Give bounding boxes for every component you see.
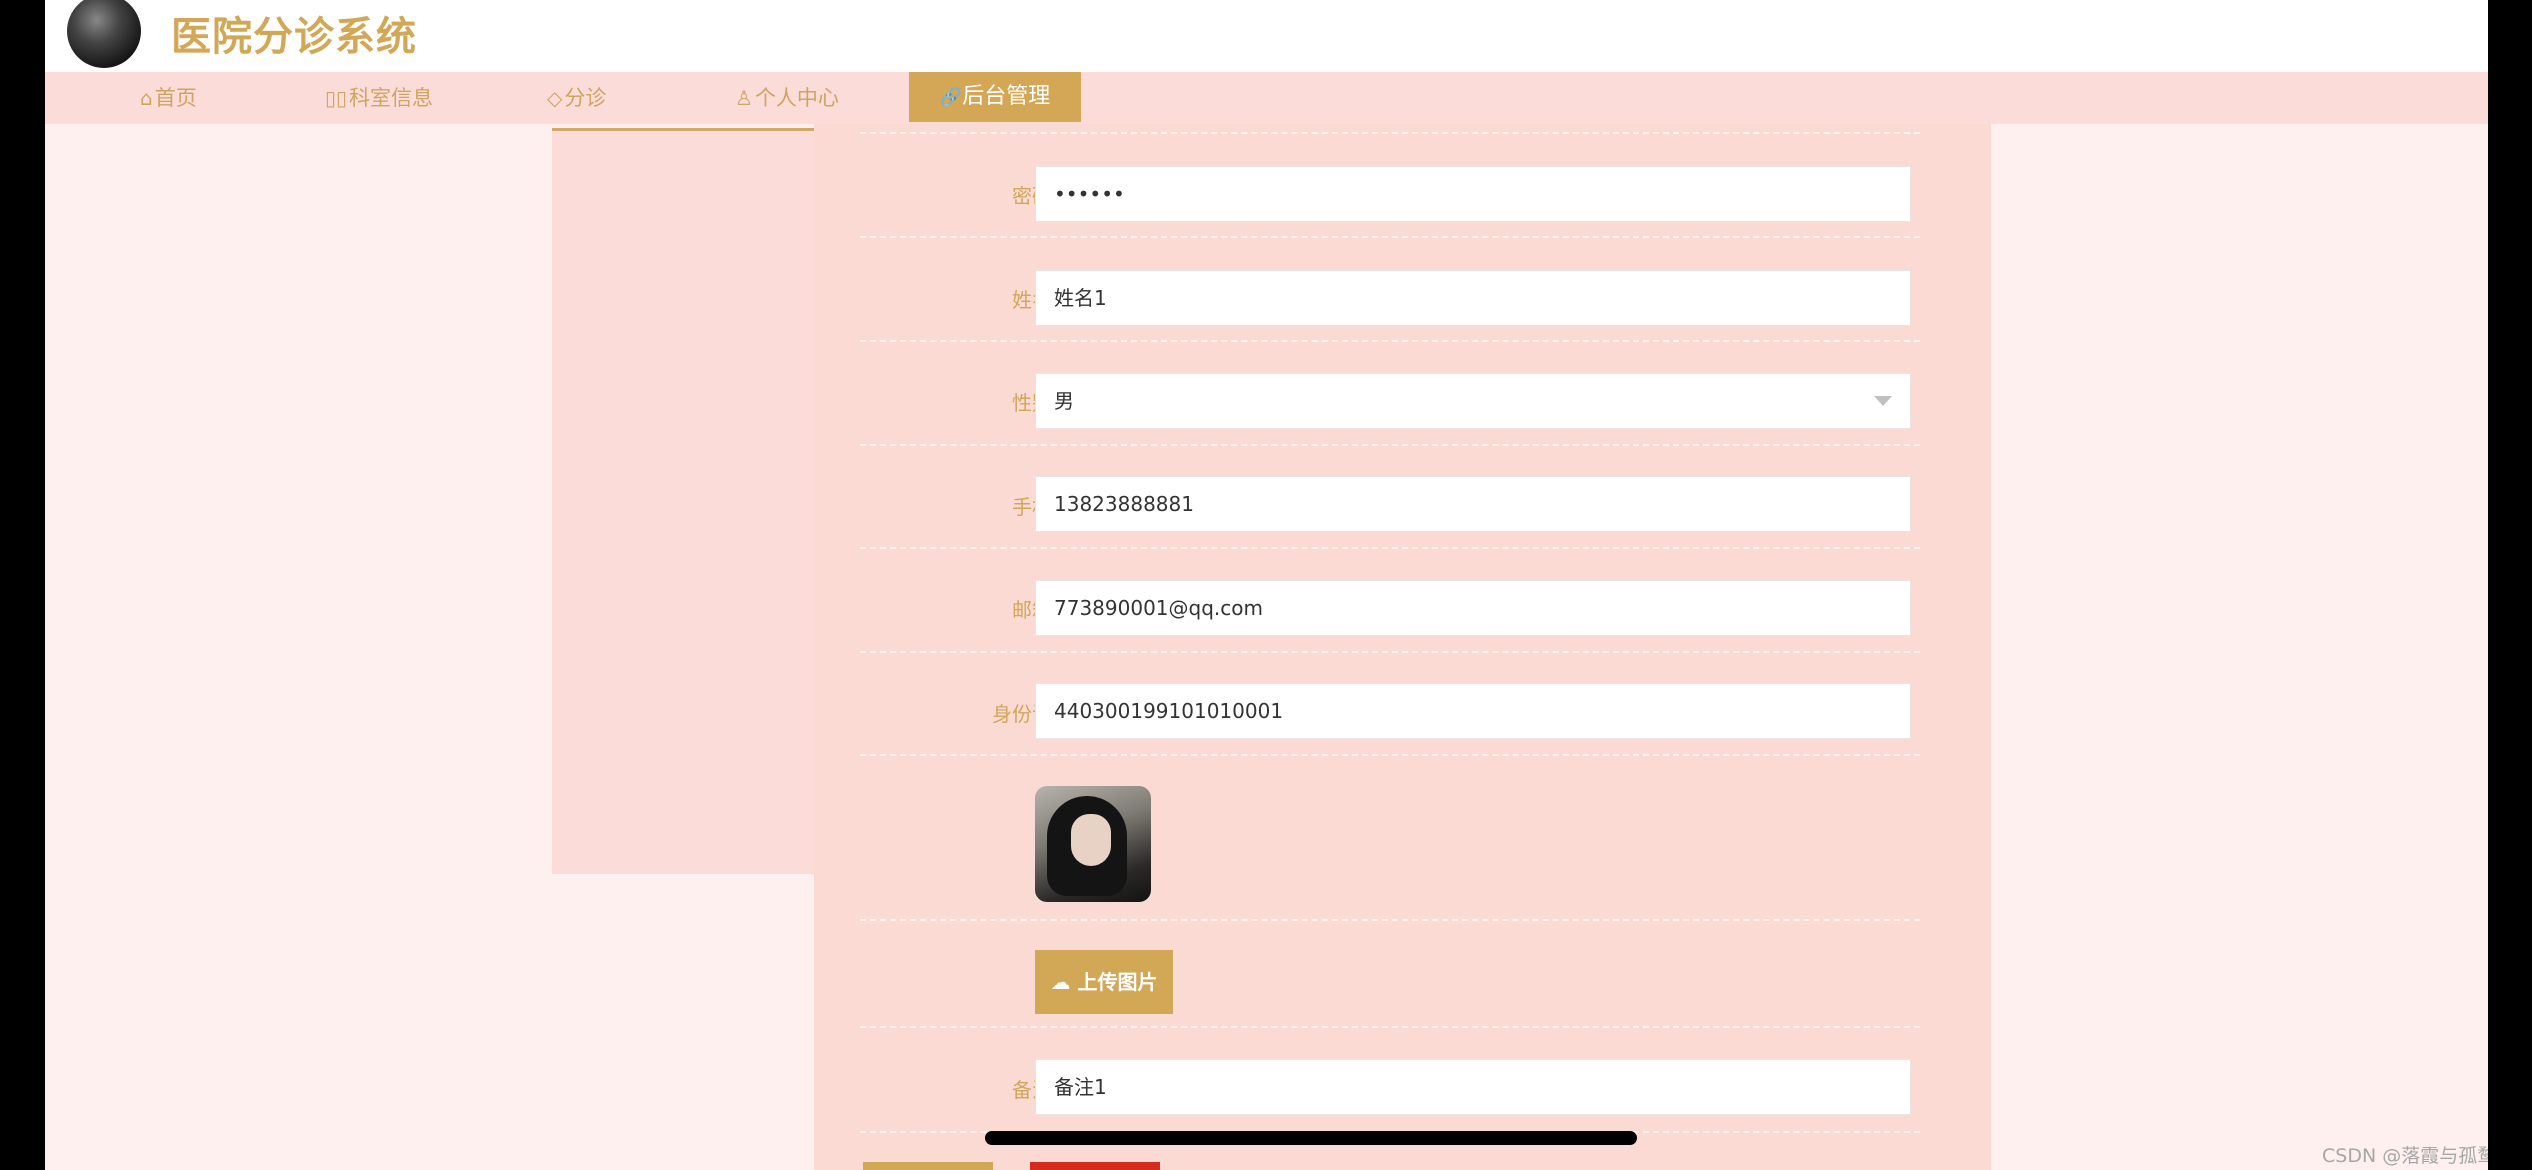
columns-icon: ▯▯ [325, 86, 348, 110]
nav-departments-label: 科室信息 [349, 86, 434, 110]
gender-select[interactable]: 男 [1035, 373, 1911, 429]
watermark: CSDN @落霞与孤鹜齐飞。。 [2322, 1145, 2488, 1167]
user-icon: ♙ [735, 86, 753, 110]
email-field[interactable]: 773890001@qq.com [1035, 580, 1911, 636]
avatar-face [1071, 814, 1111, 866]
remark-field[interactable]: 备注1 [1035, 1059, 1911, 1115]
password-field[interactable]: •••••• [1035, 166, 1911, 222]
remark-label: 备注 [1012, 1078, 1052, 1102]
nav-profile-label: 个人中心 [754, 86, 839, 110]
password-label: 密码 [1012, 184, 1052, 208]
email-label: 邮箱 [1012, 598, 1052, 622]
app-screen: 医院分诊系统 ⌂首页 ▯▯科室信息 ◇分诊 ♙个人中心 🔗后台管理 密码 •••… [45, 0, 2488, 1170]
tag-icon: ◇ [547, 86, 563, 110]
cloud-upload-icon: ☁ [1050, 970, 1071, 994]
logo [67, 0, 141, 68]
chevron-down-icon [1874, 396, 1892, 406]
gender-value: 男 [1054, 389, 1074, 413]
nav-home[interactable]: ⌂首页 [140, 72, 197, 124]
nav-admin[interactable]: 🔗后台管理 [909, 72, 1081, 122]
link-icon: 🔗 [939, 87, 963, 108]
name-label: 姓名 [1012, 288, 1052, 312]
sidebar [552, 131, 815, 874]
row-divider [860, 919, 1920, 1028]
main-nav: ⌂首页 ▯▯科室信息 ◇分诊 ♙个人中心 [45, 72, 2488, 124]
upload-image-button[interactable]: ☁ 上传图片 [1035, 950, 1173, 1014]
row-divider [860, 754, 1920, 921]
submit-button[interactable] [863, 1162, 993, 1170]
nav-profile[interactable]: ♙个人中心 [735, 72, 839, 124]
nav-admin-label: 后台管理 [962, 84, 1051, 109]
site-title: 医院分诊系统 [171, 14, 417, 60]
cancel-button[interactable] [1030, 1162, 1160, 1170]
phone-label: 手机 [1012, 495, 1052, 519]
nav-home-label: 首页 [154, 86, 197, 110]
home-indicator [985, 1131, 1637, 1145]
idcard-label: 身份证 [992, 702, 1052, 726]
name-field[interactable]: 姓名1 [1035, 270, 1911, 326]
nav-triage[interactable]: ◇分诊 [547, 72, 606, 124]
gender-label: 性别 [1012, 391, 1052, 415]
nav-departments[interactable]: ▯▯科室信息 [325, 72, 433, 124]
phone-field[interactable]: 13823888881 [1035, 476, 1911, 532]
avatar [1035, 786, 1151, 902]
upload-label: 上传图片 [1077, 970, 1158, 994]
idcard-field[interactable]: 440300199101010001 [1035, 683, 1911, 739]
header: 医院分诊系统 [45, 0, 2488, 72]
nav-triage-label: 分诊 [564, 86, 607, 110]
home-icon: ⌂ [140, 86, 153, 110]
